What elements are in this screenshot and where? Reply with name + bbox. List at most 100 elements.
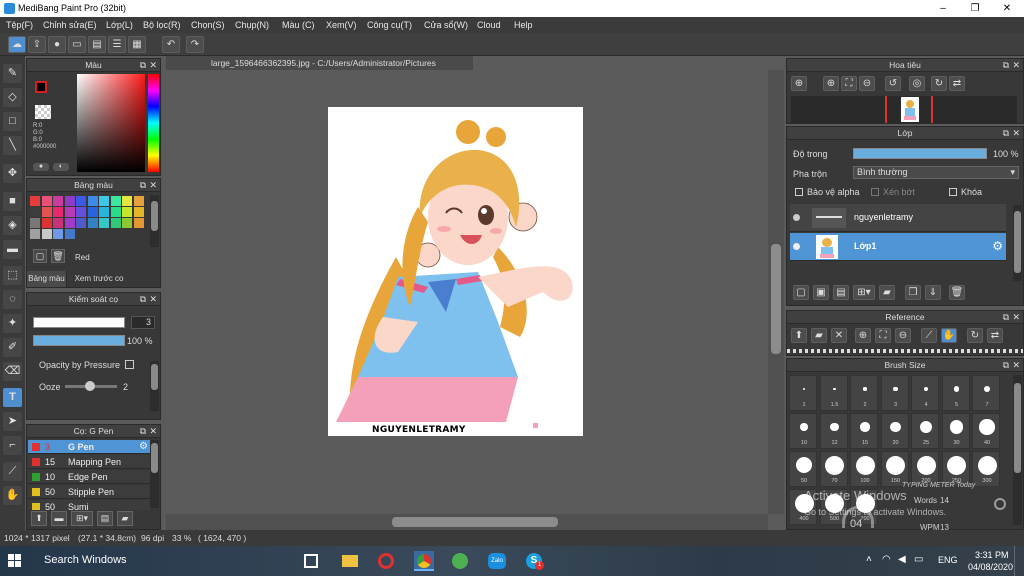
windows-start-icon[interactable] [8, 554, 22, 568]
hue-slider[interactable] [148, 74, 159, 172]
lock-checkbox[interactable] [949, 188, 957, 196]
palette-swatch[interactable] [53, 196, 63, 206]
select-pen-tool-icon[interactable]: ✐ [3, 338, 22, 357]
menu-help[interactable]: Help [514, 20, 533, 30]
palette-swatch[interactable] [30, 229, 40, 239]
grid-icon[interactable]: ▦ [128, 36, 146, 53]
main-color-swatch[interactable] [35, 81, 47, 93]
eye-icon[interactable] [793, 243, 800, 250]
gradient-tool-icon[interactable]: ▬ [3, 240, 22, 259]
maximize-button[interactable]: ❐ [959, 0, 991, 17]
undock-icon[interactable]: ⧉ [1003, 359, 1009, 372]
palette-swatch[interactable] [133, 196, 144, 206]
select-tool-icon[interactable]: ⬚ [3, 266, 22, 285]
undock-icon[interactable]: ⧉ [140, 179, 146, 192]
undock-icon[interactable]: ⧉ [1003, 59, 1009, 72]
brush-control-scrollbar[interactable] [150, 361, 159, 411]
redo-icon[interactable]: ↷ [186, 36, 204, 53]
brush-item[interactable]: 50 Stipple Pen [28, 485, 150, 499]
brush-size-cell[interactable]: 500 [819, 489, 848, 525]
add-brush-icon[interactable]: ⊞▾ [71, 511, 93, 526]
brush-size-cell[interactable]: 50 [789, 451, 817, 487]
ooze-slider-knob[interactable] [85, 381, 95, 391]
brush-size-cell[interactable]: 4 [911, 375, 939, 411]
layers-scrollbar[interactable] [1013, 205, 1022, 281]
eyedropper-tool-icon[interactable]: ⟋ [3, 462, 22, 481]
close-icon[interactable]: ✕ [1012, 359, 1020, 372]
rectangle-tool-icon[interactable]: □ [3, 112, 22, 131]
palette-swatch[interactable] [76, 196, 86, 206]
tab-brush-preview[interactable]: Xem trước co [69, 271, 129, 287]
hand-tool-icon[interactable]: ✋ [3, 486, 22, 505]
palette-swatch[interactable] [64, 218, 75, 228]
palette-swatch[interactable] [53, 218, 63, 228]
canvas-vertical-scrollbar[interactable] [768, 70, 784, 514]
palette-swatch[interactable] [110, 196, 121, 206]
brush-width-value[interactable]: 3 [131, 316, 155, 329]
palette-swatch[interactable] [99, 207, 109, 217]
lasso-tool-icon[interactable]: ◌ [3, 290, 22, 309]
clock-time[interactable]: 3:31 PM [975, 550, 1009, 560]
brush-item[interactable]: 10 Edge Pen [28, 470, 150, 484]
brush-width-slider[interactable] [33, 317, 125, 328]
battery-icon[interactable]: ▭ [914, 554, 923, 565]
move-tool-icon[interactable]: ✥ [3, 164, 22, 183]
undo-icon[interactable]: ↶ [162, 36, 180, 53]
eraser-tool-icon[interactable]: ◇ [3, 88, 22, 107]
protect-alpha-checkbox[interactable] [795, 188, 803, 196]
document-icon[interactable]: ▤ [88, 36, 106, 53]
undock-icon[interactable]: ⧉ [140, 59, 146, 72]
brush-settings-icon[interactable]: ▤ [97, 511, 113, 526]
close-icon[interactable]: ✕ [149, 425, 157, 438]
delete-color-icon[interactable]: 🗑 [51, 249, 65, 263]
brush-folder-icon[interactable]: ▰ [117, 511, 133, 526]
palette-swatch[interactable] [64, 229, 75, 239]
clock-date[interactable]: 04/08/2020 [968, 562, 1013, 572]
palette-swatch[interactable] [53, 207, 63, 217]
menu-cloud[interactable]: Cloud [477, 20, 501, 30]
share-icon[interactable]: ⇪ [28, 36, 46, 53]
clipping-checkbox[interactable] [871, 188, 879, 196]
palette-swatch[interactable] [99, 196, 109, 206]
menu-tools[interactable]: Công cụ(T) [367, 20, 412, 30]
canvas-horizontal-scrollbar[interactable] [166, 514, 768, 530]
merge-layer-icon[interactable]: ⇓ [925, 285, 941, 300]
brush-size-cell[interactable]: 1 [789, 375, 817, 411]
medibang-icon[interactable] [452, 553, 468, 569]
close-icon[interactable]: ✕ [1012, 59, 1020, 72]
palette-swatch[interactable] [41, 207, 52, 217]
palette-swatch[interactable] [133, 218, 144, 228]
palette-scrollbar[interactable] [150, 195, 159, 247]
zalo-icon[interactable]: Zalo [488, 553, 506, 569]
zoom-out-icon[interactable]: ⊖ [895, 328, 911, 343]
palette-swatch[interactable] [41, 196, 52, 206]
wifi-icon[interactable]: ◠ [882, 554, 891, 565]
palette-swatch[interactable] [87, 196, 98, 206]
open-folder-icon[interactable]: ▰ [811, 328, 827, 343]
close-reference-icon[interactable]: ✕ [831, 328, 847, 343]
brush-size-cell[interactable]: 300 [972, 451, 1000, 487]
flip-icon[interactable]: ⇄ [949, 76, 965, 91]
opacity-pressure-checkbox[interactable] [125, 360, 134, 369]
undock-icon[interactable]: ⧉ [140, 293, 146, 306]
palette-swatch[interactable] [110, 207, 121, 217]
palette-swatch[interactable] [87, 218, 98, 228]
rotate-icon[interactable]: ↻ [967, 328, 983, 343]
new-halftone-layer-icon[interactable]: ▣ [813, 285, 829, 300]
menu-file[interactable]: Tệp(F) [6, 20, 33, 30]
brush-item-selected[interactable]: 3 G Pen ⚙ [28, 440, 150, 454]
close-icon[interactable]: ✕ [1012, 311, 1020, 324]
comment-icon[interactable]: ▭ [68, 36, 86, 53]
hand-icon[interactable]: ✋ [941, 328, 957, 343]
palette-swatch[interactable] [30, 207, 40, 217]
palette-swatch[interactable] [53, 229, 63, 239]
divide-tool-icon[interactable]: ⌐ [3, 436, 22, 455]
brush-size-cell[interactable]: 250 [941, 451, 970, 487]
close-icon[interactable]: ✕ [149, 293, 157, 306]
menu-layer[interactable]: Lớp(L) [106, 20, 133, 30]
minimize-button[interactable]: – [927, 0, 959, 17]
brush-size-cell[interactable]: 100 [850, 451, 878, 487]
fit-icon[interactable]: ⛶ [841, 76, 857, 91]
brush-size-cell[interactable]: 400 [789, 489, 817, 525]
tab-palette[interactable]: Bảng màu [27, 271, 67, 287]
